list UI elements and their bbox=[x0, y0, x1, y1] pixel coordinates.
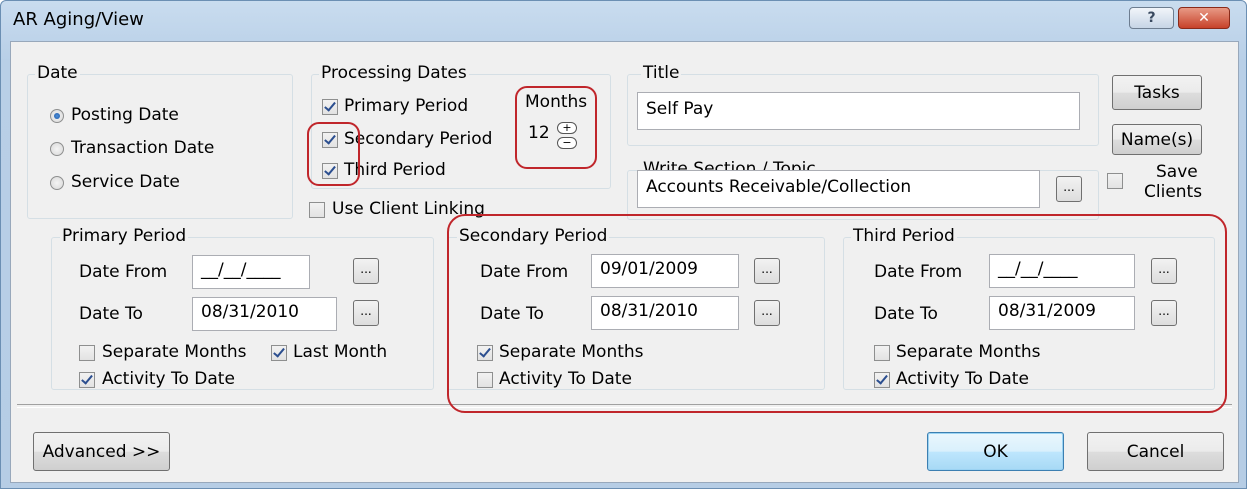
processing-dates-label: Processing Dates bbox=[319, 63, 469, 83]
advanced-button[interactable]: Advanced >> bbox=[33, 432, 170, 471]
date-group-label: Date bbox=[35, 63, 80, 83]
posting-date-radio[interactable] bbox=[50, 109, 64, 123]
save-clients-checkbox[interactable] bbox=[1107, 173, 1123, 189]
write-section-browse-button[interactable]: ... bbox=[1056, 176, 1082, 202]
tasks-button-label: Tasks bbox=[1134, 82, 1180, 103]
primary-period-label: Primary Period bbox=[60, 226, 189, 246]
service-date-radio[interactable] bbox=[50, 176, 64, 190]
use-client-linking-checkbox[interactable] bbox=[309, 202, 325, 218]
ok-button[interactable]: OK bbox=[927, 432, 1064, 471]
primary-date-to-input[interactable]: 08/31/2010 bbox=[192, 297, 337, 331]
transaction-date-label[interactable]: Transaction Date bbox=[71, 138, 214, 158]
dialog-body: Date Posting Date Transaction Date Servi… bbox=[10, 41, 1239, 483]
highlight-secondary-third-periods bbox=[447, 214, 1227, 413]
primary-date-to-label: Date To bbox=[79, 304, 143, 324]
primary-activity-to-date-checkbox[interactable] bbox=[79, 372, 95, 388]
help-icon: ? bbox=[1147, 10, 1156, 26]
primary-period-check-label[interactable]: Primary Period bbox=[344, 96, 468, 116]
primary-date-from-label: Date From bbox=[79, 262, 168, 282]
secondary-period-check-label[interactable]: Secondary Period bbox=[344, 129, 492, 149]
tasks-button[interactable]: Tasks bbox=[1112, 75, 1202, 110]
highlight-secondary-third-checkboxes bbox=[307, 122, 360, 186]
ar-aging-dialog: AR Aging/View ? ✕ Date Posting Date Tran… bbox=[0, 0, 1247, 489]
title-bar[interactable]: AR Aging/View ? ✕ bbox=[1, 1, 1246, 39]
primary-date-to-picker-button[interactable]: ... bbox=[353, 300, 379, 326]
save-clients-label-line2[interactable]: Clients bbox=[1144, 183, 1202, 202]
help-button[interactable]: ? bbox=[1129, 7, 1174, 29]
write-section-input[interactable]: Accounts Receivable/Collection bbox=[637, 170, 1040, 208]
primary-last-month-label[interactable]: Last Month bbox=[293, 342, 387, 362]
primary-activity-to-date-label: Activity To Date bbox=[102, 369, 235, 389]
advanced-button-label: Advanced >> bbox=[42, 441, 161, 462]
title-label: Title bbox=[641, 63, 682, 83]
names-button-label: Name(s) bbox=[1120, 129, 1194, 150]
highlight-months-spinner bbox=[515, 86, 597, 169]
close-button[interactable]: ✕ bbox=[1178, 7, 1230, 29]
close-icon: ✕ bbox=[1198, 10, 1210, 26]
service-date-label[interactable]: Service Date bbox=[71, 172, 180, 192]
cancel-button[interactable]: Cancel bbox=[1087, 432, 1224, 471]
transaction-date-radio[interactable] bbox=[50, 142, 64, 156]
primary-date-from-input[interactable]: __/__/____ bbox=[192, 255, 310, 289]
title-input[interactable]: Self Pay bbox=[637, 92, 1080, 130]
cancel-button-label: Cancel bbox=[1126, 441, 1185, 462]
save-clients-label-line1[interactable]: Save bbox=[1156, 163, 1198, 182]
primary-last-month-checkbox[interactable] bbox=[271, 345, 287, 361]
primary-separate-months-checkbox[interactable] bbox=[79, 345, 95, 361]
ok-button-label: OK bbox=[983, 441, 1008, 462]
primary-date-from-picker-button[interactable]: ... bbox=[353, 258, 379, 284]
primary-period-checkbox[interactable] bbox=[322, 99, 338, 115]
window-title: AR Aging/View bbox=[13, 9, 144, 30]
names-button[interactable]: Name(s) bbox=[1112, 124, 1202, 155]
primary-separate-months-label[interactable]: Separate Months bbox=[102, 342, 247, 362]
posting-date-label[interactable]: Posting Date bbox=[71, 105, 179, 125]
